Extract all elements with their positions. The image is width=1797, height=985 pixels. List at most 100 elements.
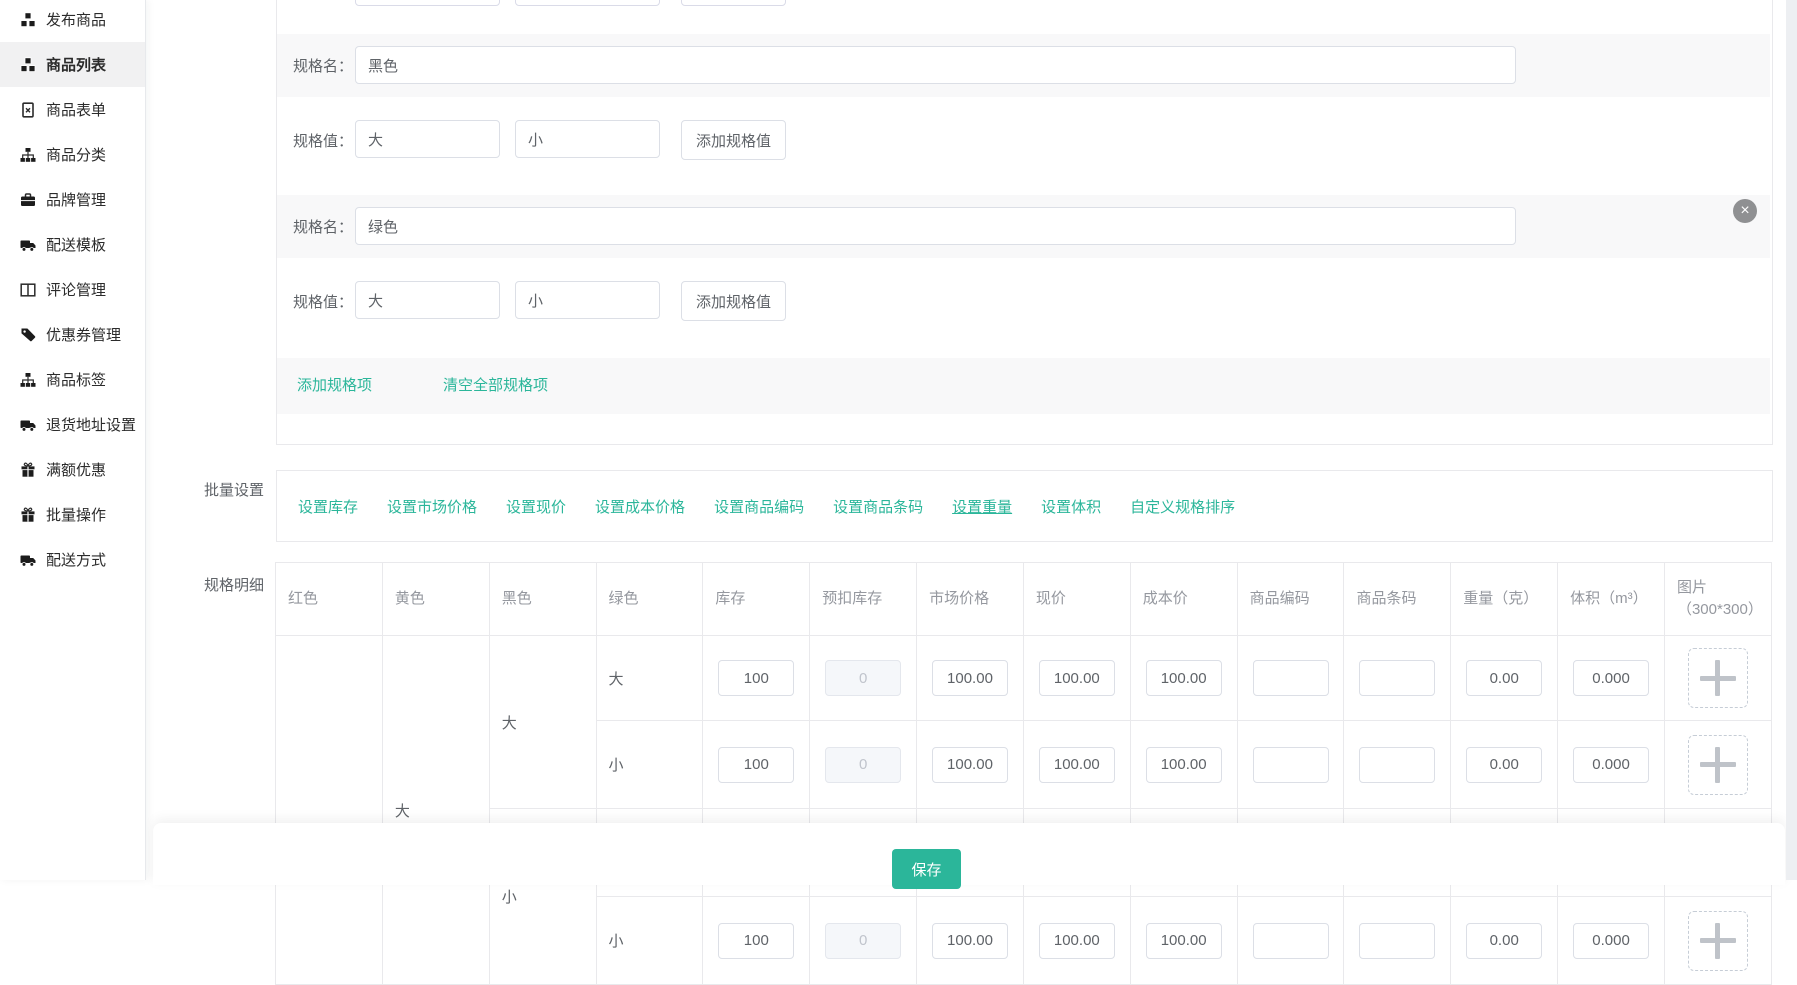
sidebar-item-label: 配送模板 [46, 234, 106, 255]
plus-icon [1715, 923, 1720, 959]
truck-icon [20, 552, 36, 568]
add-spec-value-button[interactable]: 添加规格值 [681, 120, 786, 160]
col-header-stock: 库存 [703, 563, 810, 636]
col-header-price: 现价 [1023, 563, 1130, 636]
col-header-image: 图片（300*300） [1664, 563, 1771, 636]
vertical-scrollbar[interactable] [1786, 0, 1797, 880]
remove-spec-group-button[interactable]: × [1733, 199, 1757, 223]
volume-input[interactable] [1573, 923, 1649, 959]
spec-name-label: 规格名： [277, 195, 353, 258]
cost-price-input[interactable] [1146, 923, 1222, 959]
spec-value-input[interactable] [355, 281, 500, 319]
stock-input[interactable] [718, 747, 794, 783]
weight-input[interactable] [1466, 660, 1542, 696]
sidebar-item-product-category[interactable]: 商品分类 [0, 132, 145, 177]
add-spec-value-button[interactable]: 添加规格值 [681, 281, 786, 321]
sidebar-item-label: 配送方式 [46, 549, 106, 570]
page: { "colors":{"accent":"#2bb69a","band":"#… [0, 0, 1797, 880]
sidebar-item-batch-operation[interactable]: 批量操作 [0, 492, 145, 537]
spec-name-label: 规格名： [277, 34, 353, 97]
cell-black: 大 [489, 636, 596, 809]
batch-link-set-market-price[interactable]: 设置市场价格 [387, 496, 477, 517]
stock-input[interactable] [718, 660, 794, 696]
spec-value-input-partial[interactable] [355, 0, 500, 6]
market-price-input[interactable] [932, 747, 1008, 783]
spec-name-input[interactable] [355, 46, 1516, 84]
price-input[interactable] [1039, 747, 1115, 783]
barcode-input[interactable] [1359, 747, 1435, 783]
product-code-input[interactable] [1253, 660, 1329, 696]
spec-detail-table: 红色 黄色 黑色 绿色 库存 预扣库存 市场价格 现价 成本价 商品编码 商品条… [275, 562, 1772, 985]
file-excel-icon [20, 102, 36, 118]
weight-input[interactable] [1466, 923, 1542, 959]
close-icon: × [1740, 202, 1749, 220]
sidebar-item-product-form[interactable]: 商品表单 [0, 87, 145, 132]
sidebar-item-brand-management[interactable]: 品牌管理 [0, 177, 145, 222]
spec-links-band: 添加规格项 清空全部规格项 [277, 358, 1770, 414]
market-price-input[interactable] [932, 923, 1008, 959]
col-header-barcode: 商品条码 [1344, 563, 1451, 636]
price-input[interactable] [1039, 660, 1115, 696]
frozen-stock-input [825, 747, 901, 783]
spec-value-input[interactable] [515, 120, 660, 158]
product-code-input[interactable] [1253, 923, 1329, 959]
batch-link-set-barcode[interactable]: 设置商品条码 [833, 496, 923, 517]
volume-input[interactable] [1573, 660, 1649, 696]
frozen-stock-input [825, 923, 901, 959]
sidebar-item-delivery-method[interactable]: 配送方式 [0, 537, 145, 582]
clear-all-spec-link[interactable]: 清空全部规格项 [443, 358, 548, 414]
batch-link-set-stock[interactable]: 设置库存 [298, 496, 358, 517]
batch-link-set-volume[interactable]: 设置体积 [1041, 496, 1101, 517]
col-header-frozen-stock: 预扣库存 [810, 563, 917, 636]
sidebar-menu: 发布商品 商品列表 商品表单 商品分类 品牌管理 配送模板 评论管理 优惠券管 [0, 0, 145, 582]
save-button[interactable]: 保存 [892, 849, 961, 889]
image-upload-button[interactable] [1688, 648, 1748, 708]
gift-icon [20, 462, 36, 478]
sidebar-item-label: 发布商品 [46, 9, 106, 30]
sidebar-item-label: 批量操作 [46, 504, 106, 525]
sidebar-item-return-address[interactable]: 退货地址设置 [0, 402, 145, 447]
cost-price-input[interactable] [1146, 747, 1222, 783]
sitemap-icon [20, 147, 36, 163]
batch-link-set-cost-price[interactable]: 设置成本价格 [595, 496, 685, 517]
batch-link-set-weight[interactable]: 设置重量 [952, 496, 1012, 517]
add-spec-item-link[interactable]: 添加规格项 [297, 358, 372, 414]
batch-link-custom-spec-sort[interactable]: 自定义规格排序 [1130, 496, 1235, 517]
sidebar-item-full-discount[interactable]: 满额优惠 [0, 447, 145, 492]
spec-value-input[interactable] [355, 120, 500, 158]
sidebar: 发布商品 商品列表 商品表单 商品分类 品牌管理 配送模板 评论管理 优惠券管 [0, 0, 146, 880]
plus-icon [1715, 660, 1720, 696]
image-upload-button[interactable] [1688, 911, 1748, 971]
batch-link-set-product-code[interactable]: 设置商品编码 [714, 496, 804, 517]
spec-detail-table-wrap: 红色 黄色 黑色 绿色 库存 预扣库存 市场价格 现价 成本价 商品编码 商品条… [275, 562, 1772, 985]
stock-input[interactable] [718, 923, 794, 959]
weight-input[interactable] [1466, 747, 1542, 783]
frozen-stock-input [825, 660, 901, 696]
sidebar-item-label: 评论管理 [46, 279, 106, 300]
batch-link-set-price[interactable]: 设置现价 [506, 496, 566, 517]
spec-value-label: 规格值： [277, 281, 353, 321]
price-input[interactable] [1039, 923, 1115, 959]
spec-name-input[interactable] [355, 207, 1516, 245]
barcode-input[interactable] [1359, 923, 1435, 959]
batch-links-row: 设置库存 设置市场价格 设置现价 设置成本价格 设置商品编码 设置商品条码 设置… [277, 471, 1772, 541]
barcode-input[interactable] [1359, 660, 1435, 696]
sidebar-item-label: 优惠券管理 [46, 324, 121, 345]
columns-icon [20, 282, 36, 298]
market-price-input[interactable] [932, 660, 1008, 696]
sidebar-item-delivery-template[interactable]: 配送模板 [0, 222, 145, 267]
spec-value-input[interactable] [515, 281, 660, 319]
image-upload-button[interactable] [1688, 735, 1748, 795]
sidebar-item-coupon-management[interactable]: 优惠券管理 [0, 312, 145, 357]
sidebar-item-product-list[interactable]: 商品列表 [0, 42, 145, 87]
cost-price-input[interactable] [1146, 660, 1222, 696]
sidebar-item-publish-product[interactable]: 发布商品 [0, 0, 145, 42]
sidebar-item-product-tags[interactable]: 商品标签 [0, 357, 145, 402]
sidebar-item-comment-management[interactable]: 评论管理 [0, 267, 145, 312]
product-code-input[interactable] [1253, 747, 1329, 783]
cell-green: 小 [596, 897, 703, 985]
spec-detail-label: 规格明细 [188, 565, 264, 603]
spec-value-input-partial[interactable] [515, 0, 660, 6]
add-spec-value-button-partial[interactable] [681, 0, 786, 6]
volume-input[interactable] [1573, 747, 1649, 783]
